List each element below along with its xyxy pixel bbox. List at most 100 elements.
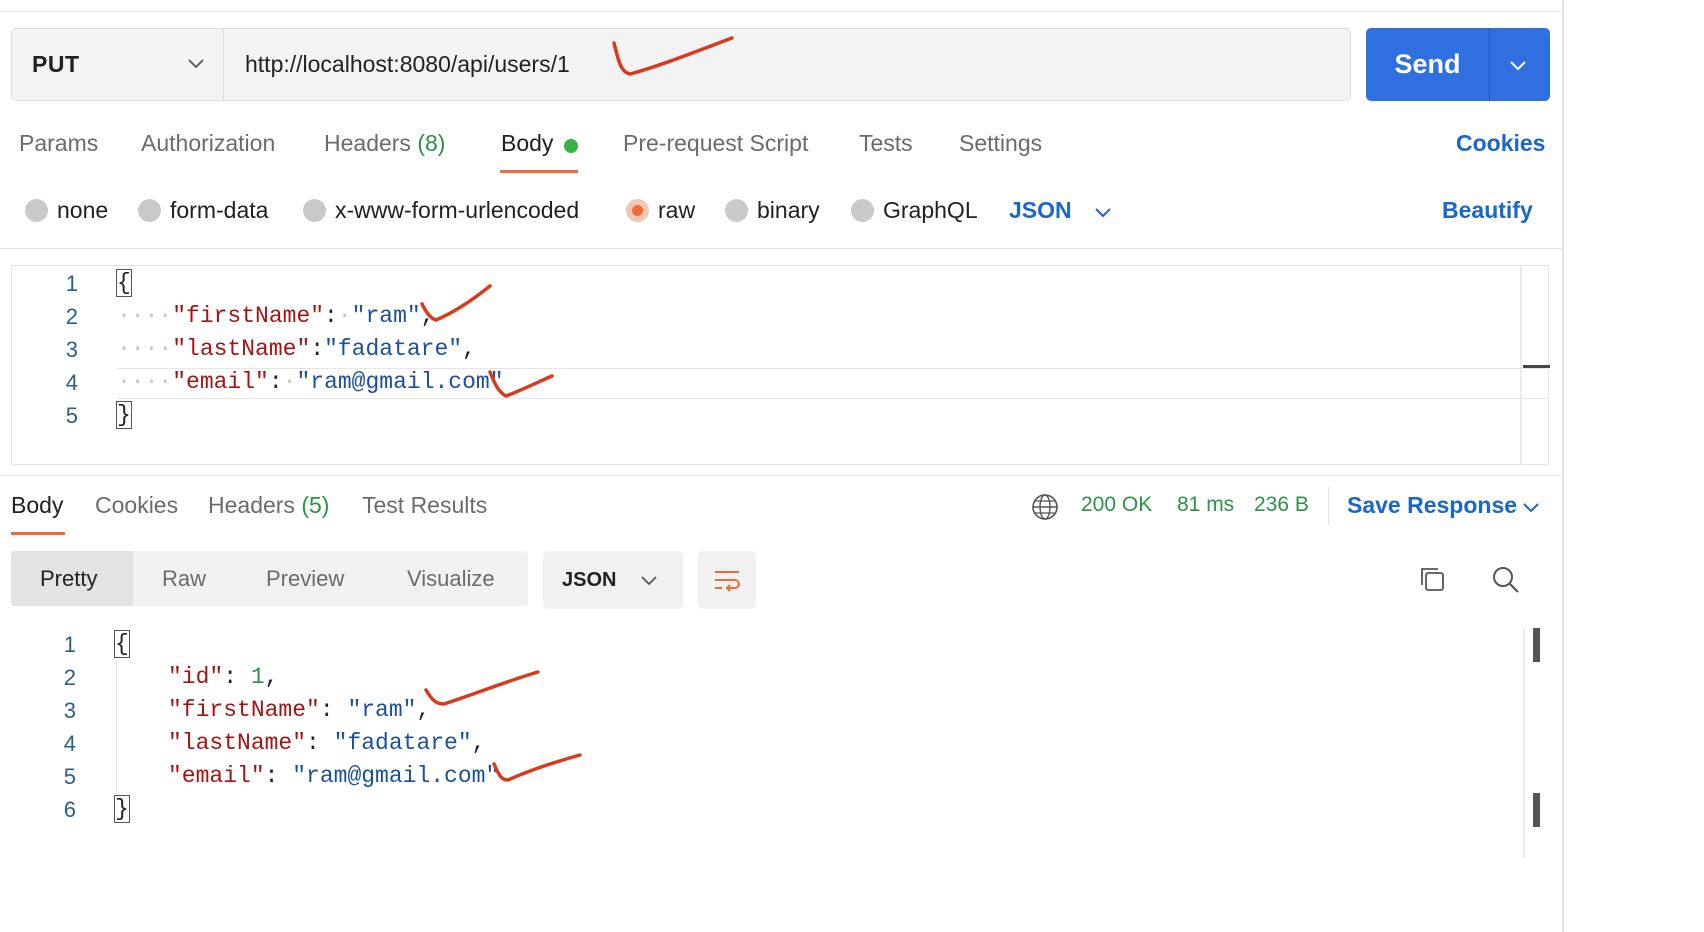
cookies-link[interactable]: Cookies	[1456, 130, 1545, 157]
radio-urlencoded-label: x-www-form-urlencoded	[335, 197, 579, 224]
response-scrollbar-thumb[interactable]	[1533, 628, 1540, 662]
json-string: "fadatare"	[334, 730, 472, 756]
send-button[interactable]: Send	[1366, 28, 1489, 101]
radio-raw[interactable]	[626, 199, 649, 222]
response-line-5: "email": "ram@gmail.com"	[168, 763, 499, 789]
tab-authorization[interactable]: Authorization	[141, 130, 275, 157]
tab-params[interactable]: Params	[19, 130, 98, 157]
view-mode-visualize[interactable]: Visualize	[407, 566, 495, 592]
beautify-button[interactable]: Beautify	[1442, 197, 1533, 224]
response-tab-headers[interactable]: Headers (5)	[208, 492, 329, 519]
radio-form-data-label: form-data	[170, 197, 268, 224]
send-options-chevron-icon[interactable]	[1507, 54, 1529, 76]
response-line-1: {	[115, 631, 129, 657]
tab-settings[interactable]: Settings	[959, 130, 1042, 157]
json-key: "firstName"	[172, 303, 324, 329]
body-format-select[interactable]: JSON	[1009, 197, 1072, 224]
globe-icon[interactable]	[1031, 493, 1059, 521]
tab-body[interactable]: Body	[501, 130, 553, 157]
close-brace: }	[117, 402, 131, 428]
top-divider	[0, 11, 1562, 12]
request-body-editor[interactable]	[11, 265, 1549, 465]
response-scroll-track	[1523, 628, 1525, 858]
code-line-2: ····"firstName":·"ram",	[117, 303, 435, 329]
tab-headers[interactable]: Headers (8)	[324, 130, 445, 157]
line-number: 5	[36, 764, 76, 790]
section-divider	[0, 248, 1562, 249]
code-line-4: ····"email":·"ram@gmail.com"	[117, 369, 504, 395]
close-brace: }	[115, 796, 129, 822]
response-status-code[interactable]: 200 OK	[1081, 493, 1152, 517]
tab-headers-label: Headers	[324, 130, 411, 156]
method-label: PUT	[32, 51, 80, 78]
line-number: 4	[38, 370, 78, 396]
url-input[interactable]: http://localhost:8080/api/users/1	[245, 51, 570, 78]
line-number: 5	[38, 403, 78, 429]
response-line-4: "lastName": "fadatare",	[168, 730, 485, 756]
radio-binary-label: binary	[757, 197, 820, 224]
radio-graphql[interactable]	[851, 199, 874, 222]
chevron-down-icon[interactable]	[639, 570, 659, 590]
headers-count: (8)	[417, 130, 445, 156]
request-url-bar: PUT http://localhost:8080/api/users/1	[11, 28, 1351, 101]
view-mode-preview[interactable]: Preview	[266, 566, 344, 592]
response-active-tab-underline	[11, 532, 65, 535]
json-key: "lastName"	[172, 336, 310, 362]
line-number: 6	[36, 797, 76, 823]
checkmark-annotation	[494, 755, 580, 780]
chevron-down-icon[interactable]	[1520, 496, 1542, 518]
save-response-button[interactable]: Save Response	[1347, 492, 1517, 519]
status-divider	[1328, 487, 1329, 525]
response-line-6: }	[115, 796, 129, 822]
line-number: 3	[36, 698, 76, 724]
json-key: "email"	[168, 763, 265, 789]
json-string: "ram"	[352, 303, 421, 329]
radio-urlencoded[interactable]	[303, 199, 326, 222]
response-headers-count: (5)	[301, 492, 329, 518]
response-size[interactable]: 236 B	[1254, 493, 1309, 517]
response-time[interactable]: 81 ms	[1177, 493, 1234, 517]
json-number: 1	[251, 664, 265, 690]
json-key: "lastName"	[168, 730, 306, 756]
line-number: 2	[38, 304, 78, 330]
radio-graphql-label: GraphQL	[883, 197, 978, 224]
open-brace: {	[115, 631, 129, 657]
response-line-2: "id": 1,	[168, 664, 278, 690]
line-number: 1	[38, 271, 78, 297]
json-key: "id"	[168, 664, 223, 690]
radio-raw-label: raw	[658, 197, 695, 224]
response-tab-body[interactable]: Body	[11, 492, 63, 519]
json-key: "email"	[172, 369, 269, 395]
send-button-group: Send	[1366, 28, 1550, 101]
tab-prerequest-script[interactable]: Pre-request Script	[623, 130, 808, 157]
view-mode-pretty[interactable]: Pretty	[40, 566, 97, 592]
radio-binary[interactable]	[725, 199, 748, 222]
tab-tests[interactable]: Tests	[859, 130, 913, 157]
line-number: 4	[36, 731, 76, 757]
search-icon[interactable]	[1490, 564, 1522, 596]
line-number: 1	[36, 632, 76, 658]
response-tab-headers-label: Headers	[208, 492, 295, 518]
response-scrollbar-thumb[interactable]	[1533, 793, 1540, 827]
wrap-lines-icon	[710, 563, 744, 597]
json-string: "ram@gmail.com"	[292, 763, 499, 789]
checkmark-annotation	[426, 672, 538, 704]
response-tab-test-results[interactable]: Test Results	[362, 492, 487, 519]
view-mode-raw[interactable]: Raw	[162, 566, 206, 592]
json-string: "fadatare"	[324, 336, 462, 362]
copy-icon[interactable]	[1417, 564, 1447, 594]
response-tab-cookies[interactable]: Cookies	[95, 492, 178, 519]
active-tab-underline	[500, 170, 578, 173]
json-key: "firstName"	[168, 697, 320, 723]
chevron-down-icon[interactable]	[186, 53, 206, 73]
send-divider	[1489, 28, 1490, 101]
radio-none[interactable]	[25, 199, 48, 222]
json-string: "ram"	[347, 697, 416, 723]
response-line-3: "firstName": "ram",	[168, 697, 430, 723]
code-line-5: }	[117, 402, 131, 428]
radio-none-label: none	[57, 197, 108, 224]
chevron-down-icon[interactable]	[1092, 201, 1114, 223]
response-divider	[0, 475, 1562, 476]
radio-form-data[interactable]	[138, 199, 161, 222]
open-brace: {	[117, 270, 131, 296]
